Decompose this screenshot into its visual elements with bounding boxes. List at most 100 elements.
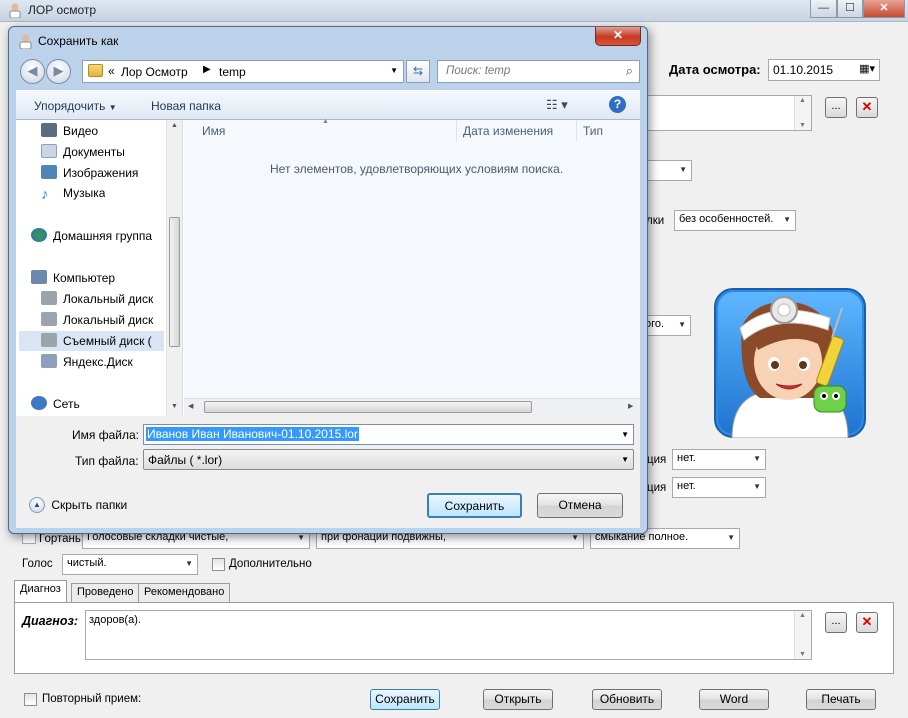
view-options-icon[interactable]: ☷ ▾ xyxy=(546,97,568,113)
nav-item-computer[interactable]: Компьютер xyxy=(31,270,115,290)
update-button[interactable]: Обновить xyxy=(592,689,662,710)
new-folder-button[interactable]: Новая папка xyxy=(151,99,221,113)
breadcrumb-item-temp[interactable]: temp xyxy=(219,65,246,79)
dialog-save-button[interactable]: Сохранить xyxy=(427,493,522,518)
forward-button[interactable]: ▶ xyxy=(46,59,71,84)
dialog-body: Видео Документы Изображения ♪ Музыка Дома… xyxy=(16,118,640,416)
nav-item-video[interactable]: Видео xyxy=(41,123,98,143)
images-icon xyxy=(41,165,57,179)
hscroll-thumb[interactable] xyxy=(204,401,532,413)
breadcrumb-item-lor[interactable]: Лор Осмотр xyxy=(121,65,188,79)
scroll-left-icon[interactable]: ◀ xyxy=(188,402,193,410)
filetype-value: Файлы ( *.lor) xyxy=(148,453,223,467)
horizontal-scrollbar[interactable]: ◀ ▶ xyxy=(184,398,640,416)
diagnosis-delete-button[interactable]: ✕ xyxy=(856,612,878,633)
nav-item-documents[interactable]: Документы xyxy=(41,144,125,164)
organize-button[interactable]: Упорядочить ▼ xyxy=(34,99,117,113)
nav-scroll-thumb[interactable] xyxy=(169,217,180,347)
scroll-right-icon[interactable]: ▶ xyxy=(628,402,633,410)
nav-item-label: Компьютер xyxy=(53,271,116,285)
empty-message: Нет элементов, удовлетворяющих условиям … xyxy=(270,162,564,176)
search-placeholder: Поиск: temp xyxy=(446,65,511,77)
maximize-button[interactable]: ☐ xyxy=(837,0,863,18)
column-divider[interactable] xyxy=(576,120,577,142)
save-as-dialog: Сохранить как ✕ ◀ ▶ « Лор Осмотр ▶ temp … xyxy=(8,26,648,534)
nav-item-removable-disk[interactable]: Съемный диск ( xyxy=(19,331,164,351)
print-button[interactable]: Печать xyxy=(806,689,876,710)
date-picker[interactable]: 01.10.2015 ▦▾ xyxy=(768,59,880,81)
dialog-title: Сохранить как xyxy=(38,34,119,48)
complaints-delete-button[interactable]: ✕ xyxy=(856,97,878,118)
net-dropdown-2-value: нет. xyxy=(677,480,696,492)
column-header-date[interactable]: Дата изменения xyxy=(463,124,553,138)
minimize-button[interactable]: — xyxy=(810,0,837,18)
features-dropdown[interactable]: без особенностей. xyxy=(674,210,796,231)
hide-folders-toggle[interactable]: ▲ Скрыть папки xyxy=(29,497,127,513)
filetype-label: Тип файла: xyxy=(75,454,139,468)
search-icon[interactable]: ⌕ xyxy=(626,63,633,79)
complaints-textarea[interactable] xyxy=(640,95,812,131)
forward-arrow-icon: ▶ xyxy=(53,63,64,78)
repeat-visit-checkbox[interactable] xyxy=(24,693,37,706)
network-icon xyxy=(31,396,47,410)
search-input[interactable]: Поиск: temp ⌕ xyxy=(437,60,640,83)
additional-checkbox[interactable] xyxy=(212,558,225,571)
nav-item-label: Съемный диск ( xyxy=(63,334,152,348)
dialog-close-button[interactable]: ✕ xyxy=(595,27,641,46)
main-save-button[interactable]: Сохранить xyxy=(370,689,440,710)
net2-prefix-label: ция xyxy=(647,482,667,494)
column-header-name[interactable]: Имя xyxy=(202,124,225,138)
nav-item-label: Локальный диск xyxy=(63,292,154,306)
net-dropdown-2[interactable]: нет. xyxy=(672,477,766,498)
filename-dropdown-icon[interactable]: ▼ xyxy=(621,430,629,439)
nav-item-label: Яндекс.Диск xyxy=(63,355,133,369)
complaints-browse-button[interactable]: ... xyxy=(825,97,847,118)
breadcrumb-overflow[interactable]: « xyxy=(108,64,115,78)
diagnosis-textarea[interactable]: здоров(а). xyxy=(85,610,812,660)
scroll-up-icon[interactable]: ▲ xyxy=(171,122,178,129)
tab-diagnosis[interactable]: Диагноз xyxy=(14,580,67,603)
refresh-button[interactable]: ⇆ xyxy=(406,60,430,83)
nav-item-yandex-disk[interactable]: Яндекс.Диск xyxy=(41,354,133,374)
filetype-select[interactable]: Файлы ( *.lor) ▼ xyxy=(143,449,634,470)
tab-recommended[interactable]: Рекомендовано xyxy=(138,583,231,602)
textarea-scrollbar[interactable] xyxy=(794,96,811,130)
nav-item-label: Сеть xyxy=(53,397,80,411)
main-window-title: ЛОР осмотр xyxy=(28,3,97,17)
nav-pane-scrollbar[interactable]: ▲ ▼ xyxy=(166,120,182,416)
column-divider[interactable] xyxy=(456,120,457,142)
word-button[interactable]: Word xyxy=(699,689,769,710)
nav-item-network[interactable]: Сеть xyxy=(31,396,80,416)
net-dropdown-1[interactable]: нет. xyxy=(672,449,766,470)
file-list-pane[interactable]: Имя ▲ Дата изменения Тип Нет элементов, … xyxy=(184,118,640,416)
nav-item-label: Документы xyxy=(63,145,125,159)
filename-input[interactable]: Иванов Иван Иванович-01.10.2015.lor ▼ xyxy=(143,424,634,445)
nav-item-music[interactable]: ♪ Музыка xyxy=(41,186,105,206)
tab-performed[interactable]: Проведено xyxy=(71,583,140,602)
filetype-dropdown-icon[interactable]: ▼ xyxy=(621,455,629,464)
address-dropdown-icon[interactable]: ▼ xyxy=(390,66,398,75)
nav-item-local-disk-1[interactable]: Локальный диск xyxy=(41,291,181,311)
breadcrumb-separator-icon[interactable]: ▶ xyxy=(203,64,211,75)
dialog-cancel-button[interactable]: Отмена xyxy=(537,493,623,518)
date-label: Дата осмотра: xyxy=(669,62,761,77)
diagnosis-text: здоров(а). xyxy=(89,614,141,626)
back-button[interactable]: ◀ xyxy=(20,59,45,84)
column-header-type[interactable]: Тип xyxy=(583,124,603,138)
sort-indicator-icon: ▲ xyxy=(322,118,329,125)
help-icon[interactable]: ? xyxy=(609,96,626,113)
diagnosis-browse-button[interactable]: ... xyxy=(825,612,847,633)
scroll-down-icon[interactable]: ▼ xyxy=(171,403,178,410)
main-close-button[interactable]: ✕ xyxy=(863,0,905,18)
address-bar[interactable]: « Лор Осмотр ▶ temp ▼ xyxy=(82,60,404,83)
doctor-illustration xyxy=(714,288,866,438)
nav-item-homegroup[interactable]: Домашняя группа xyxy=(31,228,152,248)
open-button[interactable]: Открыть xyxy=(483,689,553,710)
main-titlebar xyxy=(0,0,908,22)
nav-item-local-disk-2[interactable]: Локальный диск xyxy=(41,312,181,332)
removable-drive-icon xyxy=(41,333,57,347)
calendar-icon[interactable]: ▦▾ xyxy=(859,62,875,75)
diagnosis-scrollbar[interactable] xyxy=(794,611,811,659)
nav-item-images[interactable]: Изображения xyxy=(41,165,138,185)
voice-dropdown[interactable]: чистый. xyxy=(62,554,198,575)
